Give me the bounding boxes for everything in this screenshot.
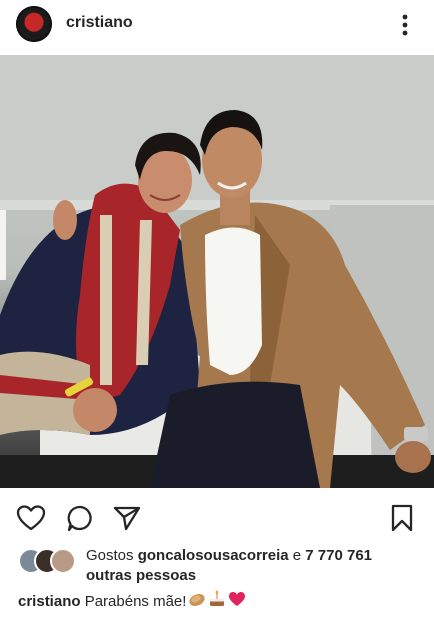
likes-prefix: Gostos	[86, 547, 134, 564]
post-caption: cristiano Parabéns mãe!	[18, 590, 246, 614]
red-heart-emoji	[228, 591, 246, 613]
clapping-hands-emoji	[188, 591, 206, 613]
heart-icon[interactable]	[15, 502, 47, 534]
likes-summary[interactable]: Gostos goncalosousacorreia e 7 770 761 o…	[86, 546, 426, 586]
post-username[interactable]: cristiano	[66, 14, 133, 32]
action-bar	[0, 496, 434, 538]
likes-suffix[interactable]: outras pessoas	[86, 567, 196, 584]
caption-text: Parabéns mãe!	[84, 592, 187, 610]
profile-avatar[interactable]	[16, 6, 52, 42]
likes-count[interactable]: 7 770 761	[305, 547, 372, 564]
comment-icon[interactable]	[64, 502, 96, 534]
liker-username[interactable]: goncalosousacorreia	[138, 547, 289, 564]
likes-connector: e	[292, 547, 302, 564]
caption-username[interactable]: cristiano	[18, 593, 81, 610]
liker-avatars[interactable]	[18, 548, 78, 574]
more-vertical-icon[interactable]	[394, 12, 416, 38]
send-icon[interactable]	[111, 502, 143, 534]
post-header: cristiano	[0, 0, 434, 52]
bookmark-icon[interactable]	[386, 502, 418, 534]
likes-row: Gostos goncalosousacorreia e 7 770 761 o…	[0, 544, 434, 588]
liker-avatar	[50, 548, 76, 574]
post-photo[interactable]	[0, 55, 434, 488]
birthday-cake-emoji	[208, 590, 226, 614]
